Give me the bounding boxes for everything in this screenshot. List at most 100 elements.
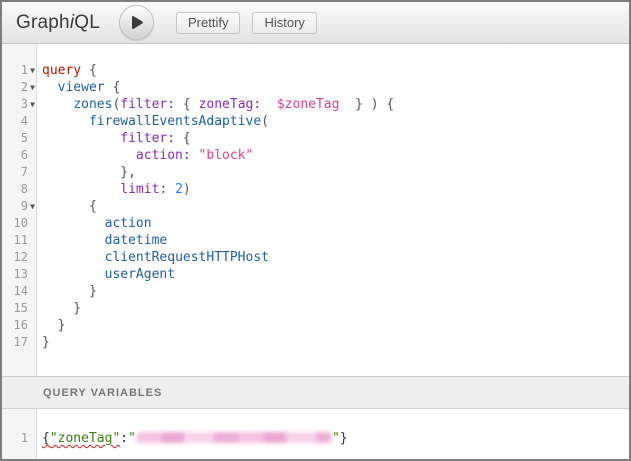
code-token: firewallEventsAdaptive: [89, 114, 261, 129]
code-token: {: [42, 199, 97, 214]
fold-arrow-icon[interactable]: ▼: [28, 79, 37, 96]
gutter-line: 14: [2, 283, 36, 300]
code-line[interactable]: filter: {: [42, 130, 629, 147]
code-token: [42, 182, 120, 197]
code-token: query: [42, 63, 81, 78]
code-line[interactable]: action: [42, 215, 629, 232]
code-line[interactable]: limit: 2): [42, 181, 629, 198]
line-number: 4: [2, 113, 28, 130]
query-editor[interactable]: 1▼2▼3▼456789▼1011121314151617 query { vi…: [2, 44, 629, 376]
code-line[interactable]: clientRequestHTTPHost: [42, 249, 629, 266]
code-token: [42, 80, 58, 95]
variables-editor[interactable]: 1 {"zoneTag":""}: [2, 409, 629, 459]
gutter-line: 5: [2, 130, 36, 147]
code-line[interactable]: },: [42, 164, 629, 181]
code-token: viewer: [58, 80, 105, 95]
line-number: 9: [2, 198, 28, 215]
code-line[interactable]: query {: [42, 62, 629, 79]
code-token: [42, 267, 105, 282]
graphiql-window: GraphiQL Prettify History 1▼2▼3▼456789▼1…: [0, 0, 631, 461]
code-token: action: [105, 216, 152, 231]
code-token: }: [42, 318, 65, 333]
code-token: datetime: [105, 233, 168, 248]
fold-arrow-icon[interactable]: ▼: [28, 62, 37, 79]
variables-editor-code[interactable]: {"zoneTag":""}: [37, 409, 629, 459]
line-number: 1: [2, 430, 28, 447]
gutter-line: 15: [2, 300, 36, 317]
code-token: }: [42, 284, 97, 299]
line-number: 1: [2, 62, 28, 79]
line-number: 15: [2, 300, 28, 317]
code-line[interactable]: datetime: [42, 232, 629, 249]
code-token: [167, 182, 175, 197]
line-number: 11: [2, 232, 28, 249]
line-number: 12: [2, 249, 28, 266]
fold-arrow-icon[interactable]: ▼: [28, 96, 37, 113]
code-token: ): [183, 182, 191, 197]
code-line[interactable]: }: [42, 283, 629, 300]
code-token: "zoneTag": [50, 431, 120, 446]
line-number: 2: [2, 79, 28, 96]
code-token: 2: [175, 182, 183, 197]
code-line[interactable]: viewer {: [42, 79, 629, 96]
code-line[interactable]: }: [42, 300, 629, 317]
code-token: (: [261, 114, 269, 129]
code-token: [42, 250, 105, 265]
code-line[interactable]: userAgent: [42, 266, 629, 283]
line-number: 3: [2, 96, 28, 113]
line-number: 10: [2, 215, 28, 232]
gutter-line: 2▼: [2, 79, 36, 96]
code-token: $zoneTag: [277, 97, 340, 112]
line-number: 6: [2, 147, 28, 164]
code-token: [42, 148, 136, 163]
gutter-line: 12: [2, 249, 36, 266]
code-line[interactable]: {: [42, 198, 629, 215]
query-variables-title[interactable]: QUERY VARIABLES: [43, 387, 162, 399]
line-number: 7: [2, 164, 28, 181]
prettify-button[interactable]: Prettify: [176, 12, 240, 34]
code-line[interactable]: zones(filter: { zoneTag: $zoneTag } ) {: [42, 96, 629, 113]
code-token: :: [120, 431, 128, 446]
code-token: {: [81, 63, 97, 78]
play-icon: [128, 15, 144, 30]
line-number: 8: [2, 181, 28, 198]
code-token: [42, 216, 105, 231]
line-number: 13: [2, 266, 28, 283]
code-line[interactable]: }: [42, 334, 629, 351]
code-token: {: [42, 431, 50, 446]
code-token: zoneTag:: [199, 97, 262, 112]
gutter-line: 4: [2, 113, 36, 130]
code-line[interactable]: action: "block": [42, 147, 629, 164]
gutter-line: 16: [2, 317, 36, 334]
code-token: [42, 233, 105, 248]
history-button[interactable]: History: [252, 12, 316, 34]
code-token: {: [105, 80, 121, 95]
variables-header-bar: QUERY VARIABLES: [2, 376, 629, 409]
gutter-line: 10: [2, 215, 36, 232]
code-token: [42, 131, 120, 146]
code-token: ": [128, 431, 136, 446]
code-line[interactable]: }: [42, 317, 629, 334]
code-token: "block": [199, 148, 254, 163]
code-line[interactable]: firewallEventsAdaptive(: [42, 113, 629, 130]
fold-arrow-icon[interactable]: ▼: [28, 198, 37, 215]
variables-editor-gutter: 1: [2, 409, 37, 459]
code-token: limit:: [120, 182, 167, 197]
query-editor-gutter: 1▼2▼3▼456789▼1011121314151617: [2, 44, 37, 376]
gutter-line: 17: [2, 334, 36, 351]
execute-query-button[interactable]: [119, 5, 154, 40]
line-number: 5: [2, 130, 28, 147]
gutter-line: 6: [2, 147, 36, 164]
line-number: 17: [2, 334, 28, 351]
code-token: userAgent: [105, 267, 175, 282]
gutter-line: 1: [2, 430, 36, 447]
code-token: zones: [73, 97, 112, 112]
code-token: },: [42, 165, 136, 180]
logo-text-ql: QL: [74, 12, 100, 33]
code-token: [42, 97, 73, 112]
gutter-line: 8: [2, 181, 36, 198]
code-token: }: [340, 431, 348, 446]
variables-line[interactable]: {"zoneTag":""}: [42, 430, 629, 447]
query-editor-code[interactable]: query { viewer { zones(filter: { zoneTag…: [37, 44, 629, 376]
logo-text: Graph: [16, 12, 70, 33]
